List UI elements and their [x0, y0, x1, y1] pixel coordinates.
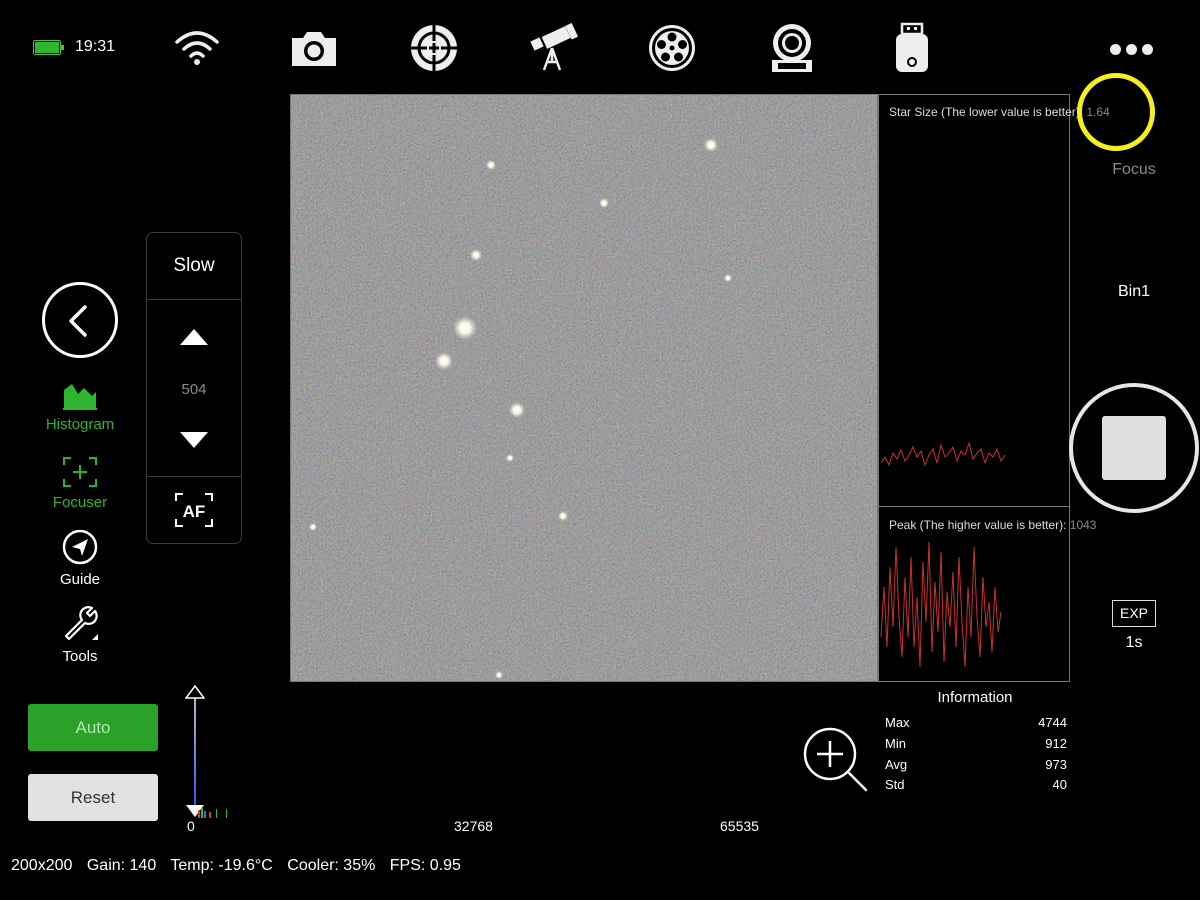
cooler-status: Cooler: 35% — [287, 857, 376, 874]
gain-status: Gain: 140 — [86, 857, 157, 874]
auto-button[interactable]: Auto — [28, 704, 158, 751]
wrench-icon — [64, 606, 98, 641]
tools-tool[interactable]: Tools — [30, 604, 130, 665]
focus-mode-label[interactable]: Focus — [1090, 161, 1178, 179]
focus-up-arrow-icon[interactable] — [179, 328, 209, 346]
stretch-slider-track — [194, 697, 196, 809]
camera-cooler-icon[interactable] — [766, 22, 818, 74]
info-row-avg: Avg 973 — [885, 757, 1067, 772]
focuser-label: Focuser — [52, 494, 108, 511]
tools-label: Tools — [62, 648, 98, 665]
exposure-button[interactable]: EXP — [1112, 600, 1156, 627]
star-size-label: Star Size (The lower value is better): — [889, 105, 1087, 119]
focus-highlight-ring — [1077, 73, 1155, 151]
zoom-in-icon[interactable] — [802, 726, 870, 794]
histogram-icon — [63, 384, 97, 410]
temperature-status: Temp: -19.6°C — [170, 857, 273, 874]
focus-down-arrow-icon[interactable] — [179, 431, 209, 449]
focuser-position: 504 — [181, 381, 207, 398]
peak-plot — [880, 541, 1002, 668]
telescope-icon[interactable] — [526, 22, 579, 74]
info-row-min: Min 912 — [885, 736, 1067, 751]
stop-capture-button[interactable] — [1069, 383, 1199, 513]
camera-status-bar: 200x200 Gain: 140 Temp: -19.6°C Cooler: … — [11, 857, 471, 875]
guide-label: Guide — [59, 571, 101, 588]
back-button[interactable] — [42, 282, 118, 358]
focuser-panel: Slow 504 AF — [146, 232, 242, 544]
guide-icon — [62, 529, 98, 565]
histogram-axis-max: 65535 — [720, 818, 759, 834]
battery-icon — [33, 40, 64, 55]
histogram-label: Histogram — [45, 416, 115, 433]
focuser-tool[interactable]: Focuser — [30, 456, 130, 511]
info-row-std: Std 40 — [885, 777, 1067, 792]
histogram-tool[interactable]: Histogram — [30, 380, 130, 433]
autofocus-button[interactable]: AF — [175, 493, 213, 527]
histogram-axis-min: 0 — [187, 818, 195, 834]
more-icon[interactable] — [1110, 42, 1162, 55]
reset-button[interactable]: Reset — [28, 774, 158, 821]
info-row-max: Max 4744 — [885, 715, 1067, 730]
exposure-value[interactable]: 1s — [1110, 634, 1158, 652]
peak-value: 1043 — [1069, 518, 1097, 532]
focus-speed-toggle[interactable]: Slow — [147, 233, 241, 300]
stretch-high-handle[interactable] — [185, 685, 205, 699]
wifi-icon[interactable] — [171, 22, 223, 74]
binning-selector[interactable]: Bin1 — [1090, 283, 1178, 301]
information-title: Information — [937, 689, 1013, 706]
guide-tool[interactable]: Guide — [30, 529, 130, 588]
focus-metrics-panel: Star Size (The lower value is better): 1… — [878, 94, 1110, 682]
focuser-icon — [63, 457, 97, 487]
filter-wheel-icon[interactable] — [646, 22, 698, 74]
usb-drive-icon[interactable] — [886, 22, 938, 74]
histogram-bars — [198, 808, 227, 818]
camera-icon[interactable] — [288, 22, 340, 74]
star-size-plot — [880, 441, 1006, 467]
camera-preview-image[interactable] — [290, 94, 878, 682]
resolution-status: 200x200 — [11, 857, 73, 874]
clock-time: 19:31 — [75, 38, 116, 55]
af-label: AF — [183, 502, 206, 521]
fps-status: FPS: 0.95 — [389, 857, 461, 874]
crosshair-icon[interactable] — [408, 22, 460, 74]
histogram-axis-mid: 32768 — [454, 818, 493, 834]
